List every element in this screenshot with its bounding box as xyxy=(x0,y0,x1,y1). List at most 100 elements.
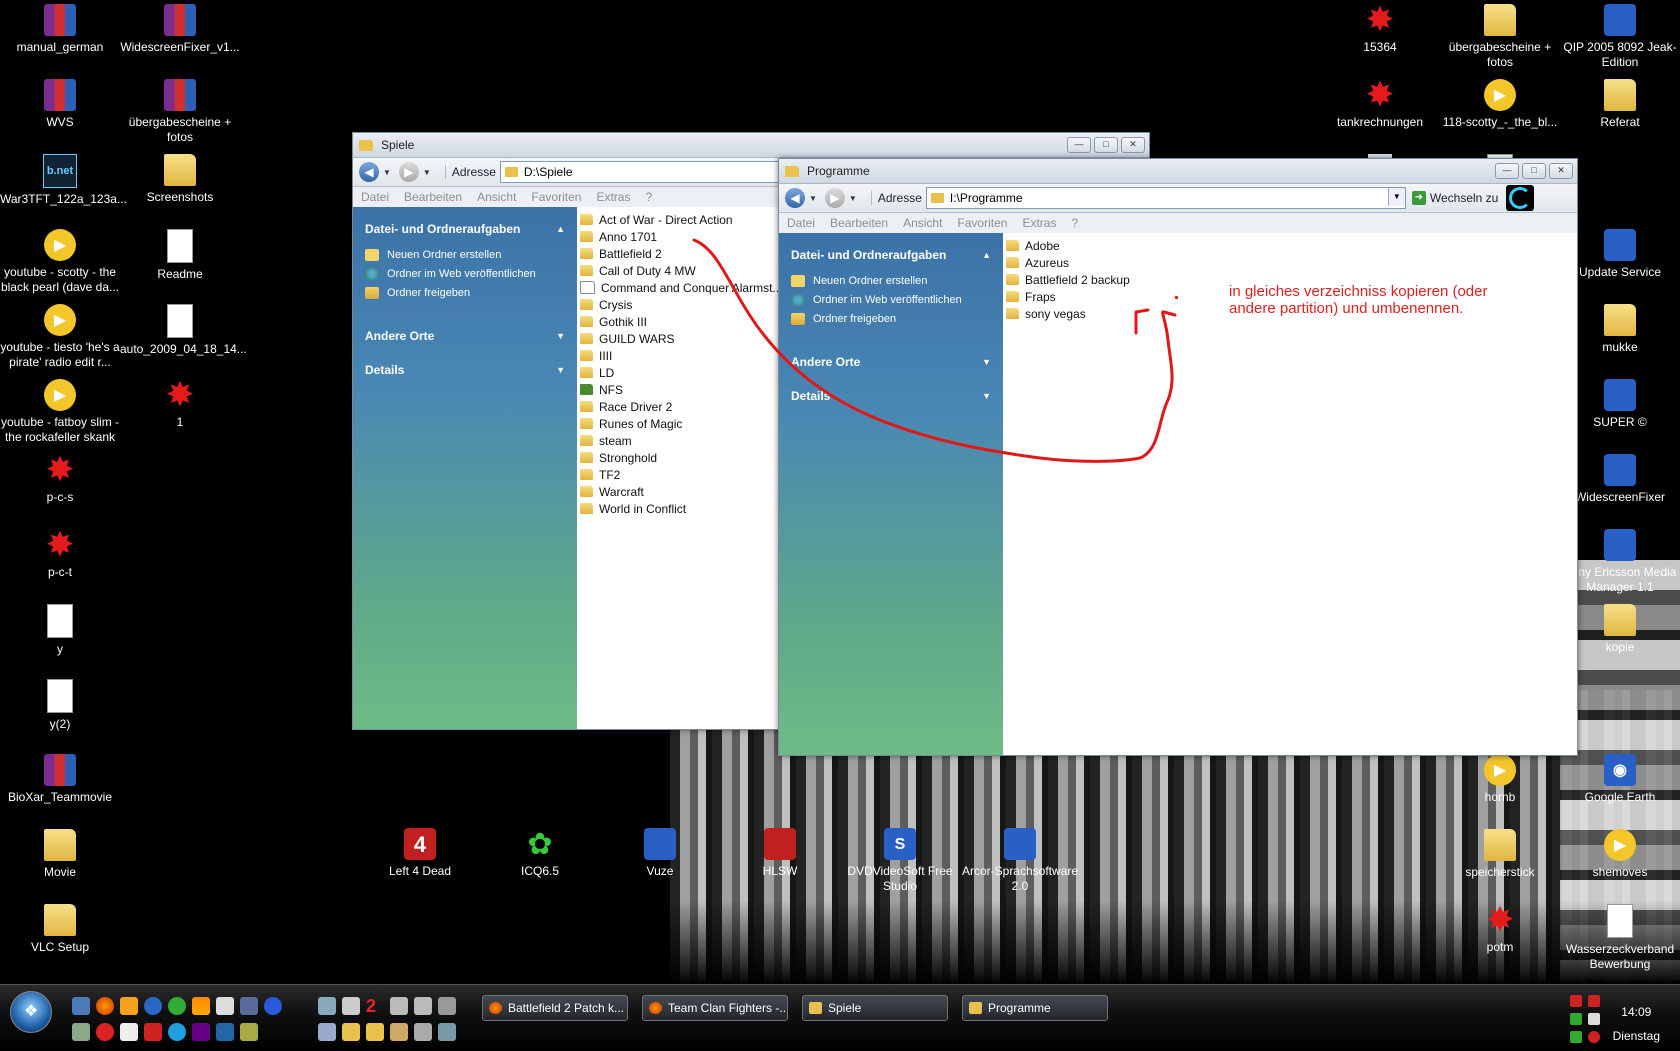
desktop-icon[interactable]: ✸ 1 xyxy=(120,378,240,430)
mail-icon[interactable] xyxy=(216,997,234,1015)
details-header[interactable]: Details ▼ xyxy=(779,386,1003,406)
address-dropdown-icon[interactable]: ▼ xyxy=(1387,188,1405,206)
desktop-icon[interactable]: ✸ tankrechnungen xyxy=(1320,78,1440,130)
chevron-down-icon[interactable]: ▼ xyxy=(383,168,391,177)
desktop-icon[interactable]: mukke xyxy=(1560,304,1680,355)
menu-ansicht[interactable]: Ansicht xyxy=(903,216,942,230)
menu-favoriten[interactable]: Favoriten xyxy=(957,216,1007,230)
tool-icon[interactable] xyxy=(240,1023,258,1041)
desktop-icon[interactable]: ✸ potm xyxy=(1440,903,1560,955)
desktop-icon[interactable]: ✸ p-c-t xyxy=(0,528,120,580)
desktop-icon[interactable]: HLSW xyxy=(720,828,840,879)
desktop-icon[interactable]: WidescreenFixer_v1... xyxy=(120,4,240,55)
flag-icon[interactable] xyxy=(144,1023,162,1041)
folder-icon[interactable] xyxy=(366,1023,384,1041)
file-list-item[interactable]: Azureus xyxy=(1003,254,1577,271)
menu-datei[interactable]: Datei xyxy=(787,216,815,230)
menu-bearbeiten[interactable]: Bearbeiten xyxy=(404,190,462,204)
paint-icon[interactable] xyxy=(120,1023,138,1041)
headset-icon[interactable] xyxy=(240,997,258,1015)
drive-icon[interactable] xyxy=(342,997,360,1015)
go-button[interactable]: ➜ Wechseln zu xyxy=(1411,191,1498,205)
error-icon[interactable] xyxy=(1588,1031,1600,1043)
desktop-icon[interactable]: VLC Setup xyxy=(0,904,120,955)
desktop-icon[interactable]: ▶ youtube - fatboy slim - the rockafeller… xyxy=(0,379,120,445)
scanner-icon[interactable] xyxy=(414,997,432,1015)
desktop-icon[interactable]: SUPER © xyxy=(1560,379,1680,430)
close-button[interactable]: ✕ xyxy=(1549,163,1573,179)
info-icon[interactable] xyxy=(168,997,186,1015)
back-arrow-icon[interactable]: ◀ xyxy=(359,162,379,182)
menu-help[interactable]: ? xyxy=(1071,216,1078,230)
taskbar-task-programme[interactable]: Programme xyxy=(962,995,1108,1021)
task-publish-web[interactable]: Ordner im Web veröffentlichen xyxy=(779,290,1003,309)
tag-icon[interactable] xyxy=(390,1023,408,1041)
menu-bearbeiten[interactable]: Bearbeiten xyxy=(830,216,888,230)
chevron-down-icon[interactable]: ▼ xyxy=(849,194,857,203)
network-icon[interactable] xyxy=(318,997,336,1015)
desktop-icon[interactable]: Screenshots xyxy=(120,154,240,205)
desktop-icon[interactable]: S DVDVideoSoft Free Studio xyxy=(840,828,960,894)
desktop-icon[interactable]: Movie xyxy=(0,829,120,880)
desktop-icon[interactable]: Sony Ericsson Media Manager 1.1 xyxy=(1560,529,1680,595)
calendar-icon[interactable] xyxy=(318,1023,336,1041)
maximize-button[interactable]: □ xyxy=(1094,137,1118,153)
desktop-icon[interactable]: ▶ youtube - tiesto 'he's a pirate' radio … xyxy=(0,304,120,370)
shield-icon[interactable] xyxy=(1570,1013,1582,1025)
game-icon[interactable] xyxy=(192,1023,210,1041)
desktop-icon[interactable]: übergabescheine + fotos xyxy=(120,79,240,145)
desktop-icon[interactable]: Vuze xyxy=(600,828,720,879)
task-share-folder[interactable]: Ordner freigeben xyxy=(779,309,1003,328)
menu-extras[interactable]: Extras xyxy=(1022,216,1056,230)
printer-icon[interactable] xyxy=(390,997,408,1015)
desktop-icon[interactable]: y xyxy=(0,604,120,657)
menu-ansicht[interactable]: Ansicht xyxy=(477,190,516,204)
number-two-icon[interactable]: 2 xyxy=(366,997,384,1015)
drive-icon[interactable] xyxy=(414,1023,432,1041)
menu-extras[interactable]: Extras xyxy=(596,190,630,204)
menu-help[interactable]: ? xyxy=(645,190,652,204)
clock[interactable]: 14:09 Dienstag xyxy=(1613,1003,1660,1045)
task-share-folder[interactable]: Ordner freigeben xyxy=(353,283,577,302)
maximize-button[interactable]: □ xyxy=(1522,163,1546,179)
chevron-down-icon[interactable]: ▼ xyxy=(423,168,431,177)
desktop-icon[interactable]: ▶ shemoves xyxy=(1560,829,1680,880)
close-button[interactable]: ✕ xyxy=(1121,137,1145,153)
desktop-icon[interactable]: Arcor-Sprachsoftware 2.0 xyxy=(960,828,1080,894)
desktop-icon[interactable]: speicherstick xyxy=(1440,829,1560,880)
forward-arrow-icon[interactable]: ▶ xyxy=(824,188,845,208)
minimize-button[interactable]: — xyxy=(1067,137,1091,153)
opera-icon[interactable] xyxy=(96,1023,114,1041)
taskbar-task-team-clan[interactable]: Team Clan Fighters -... xyxy=(642,995,788,1021)
volume-icon[interactable] xyxy=(1588,1013,1600,1025)
address-input[interactable]: I:\Programme ▼ xyxy=(925,187,1406,209)
desktop-icon[interactable]: Wasserzeckverband Bewerbung xyxy=(1560,904,1680,972)
start-orb-icon[interactable]: ❖ xyxy=(10,991,52,1033)
folder-icon[interactable] xyxy=(342,1023,360,1041)
menu-datei[interactable]: Datei xyxy=(361,190,389,204)
tasks-section-header[interactable]: Datei- und Ordneraufgaben ▲ xyxy=(779,245,1003,265)
task-new-folder[interactable]: Neuen Ordner erstellen xyxy=(779,271,1003,290)
desktop-icon[interactable]: manual_german xyxy=(0,4,120,55)
disk-icon[interactable] xyxy=(438,997,456,1015)
desktop-icon[interactable]: QIP 2005 8092 Jeak-Edition xyxy=(1560,4,1680,70)
desktop-icon[interactable]: WVS xyxy=(0,79,120,130)
desktop-icon[interactable]: 4 Left 4 Dead xyxy=(360,828,480,879)
skype-icon[interactable] xyxy=(168,1023,186,1041)
desktop-icon[interactable]: übergabescheine + fotos xyxy=(1440,4,1560,70)
desktop-icon[interactable]: ◉ Google Earth xyxy=(1560,754,1680,805)
antivirus-icon[interactable] xyxy=(1570,995,1582,1007)
desktop-icon[interactable]: ✿ ICQ6.5 xyxy=(480,828,600,879)
titlebar[interactable]: Programme — □ ✕ xyxy=(779,159,1577,184)
desktop-icon[interactable]: BioXar_Teammovie xyxy=(0,754,120,805)
arrow-icon[interactable] xyxy=(438,1023,456,1041)
minimize-button[interactable]: — xyxy=(1495,163,1519,179)
photo-icon[interactable] xyxy=(72,1023,90,1041)
desktop-icon[interactable]: ✸ p-c-s xyxy=(0,453,120,505)
desktop-icon[interactable]: Update Service xyxy=(1560,229,1680,280)
lightning-icon[interactable] xyxy=(264,997,282,1015)
other-places-header[interactable]: Andere Orte ▼ xyxy=(779,352,1003,372)
desktop-icon[interactable]: ▶ hornb xyxy=(1440,754,1560,805)
desktop-icon[interactable]: ✸ 15364 xyxy=(1320,3,1440,55)
back-arrow-icon[interactable]: ◀ xyxy=(785,188,805,208)
